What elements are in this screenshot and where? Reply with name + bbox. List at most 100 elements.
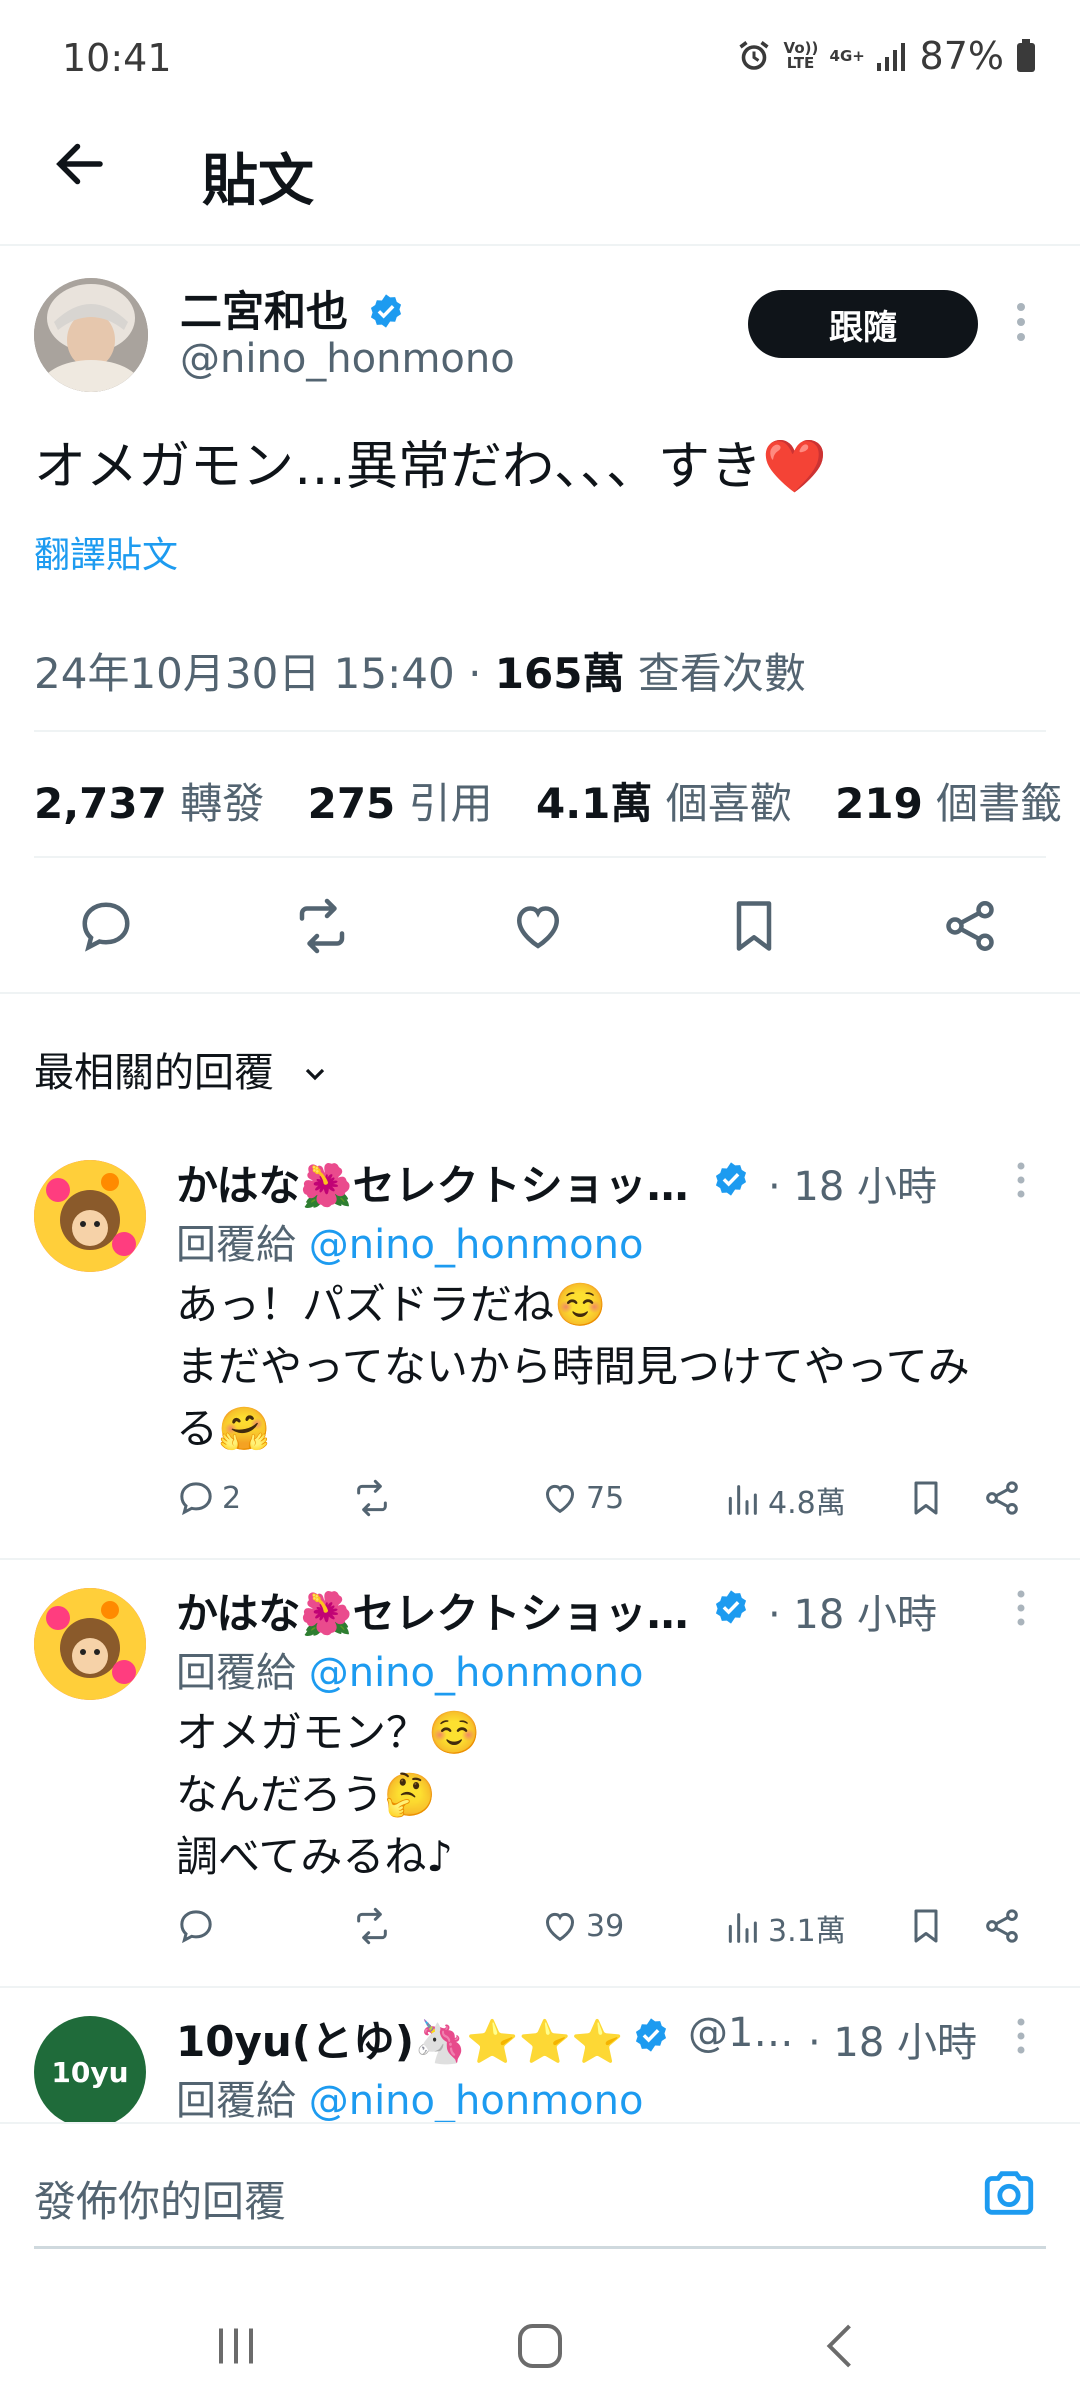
reply-views-action[interactable]: 4.8萬 — [722, 1478, 846, 1522]
more-options-icon[interactable] — [1016, 2018, 1026, 2054]
verified-badge-icon — [715, 1162, 747, 1196]
compose-divider — [0, 2122, 1080, 2124]
analytics-icon[interactable] — [722, 1908, 762, 1948]
reply-to: 回覆給 @nino_honmono — [176, 2068, 643, 2126]
views-count: 165萬 — [494, 649, 625, 698]
repost-icon[interactable] — [292, 896, 352, 956]
reposts-count[interactable]: 2,737 — [34, 779, 167, 828]
share-icon[interactable] — [982, 1906, 1022, 1946]
reposts-label[interactable]: 轉發 — [180, 779, 264, 828]
reply-to-handle[interactable]: @nino_honmono — [309, 1650, 644, 1696]
repost-icon[interactable] — [352, 1906, 392, 1946]
like-icon[interactable] — [540, 1478, 580, 1518]
reply-to-handle[interactable]: @nino_honmono — [309, 1222, 644, 1268]
reply-text-line: オメガモン？☺️ — [176, 1708, 481, 1757]
author-name[interactable]: 二宮和也 — [180, 278, 405, 339]
reply-icon[interactable] — [176, 1906, 216, 1946]
chevron-down-icon[interactable] — [299, 1058, 331, 1090]
reply-to-prefix: 回覆給 — [176, 1222, 296, 1268]
signal-icon — [876, 43, 905, 71]
reply-comment-action[interactable]: 2 — [176, 1478, 241, 1518]
reply-views-action[interactable]: 3.1萬 — [722, 1906, 846, 1950]
reply-input[interactable]: 發佈你的回覆 — [34, 2168, 286, 2229]
reply-icon[interactable] — [76, 896, 136, 956]
reply-share-action[interactable] — [982, 1478, 1022, 1518]
reply-text: オメガモン？☺️ なんだろう🤔 調べてみるね♪ — [176, 1702, 1036, 1888]
reply-share-action[interactable] — [982, 1906, 1022, 1946]
meta-divider — [34, 730, 1046, 732]
reply-to: 回覆給 @nino_honmono — [176, 1640, 643, 1698]
reply-avatar[interactable] — [34, 1160, 146, 1272]
more-options-icon[interactable] — [1016, 1162, 1026, 1198]
battery-icon — [1017, 39, 1035, 72]
reply-views-count: 4.8萬 — [768, 1486, 846, 1521]
reply-author-name[interactable]: かはな🌺セレクトショッ… — [176, 1580, 689, 1641]
reply-avatar[interactable] — [34, 1588, 146, 1700]
battery-percent: 87% — [919, 34, 1004, 78]
bookmark-icon[interactable] — [724, 896, 784, 956]
reply-divider — [0, 1558, 1080, 1560]
volte-indicator: Vo)) LTE — [783, 39, 819, 72]
reply-author-name[interactable]: 10yu(とゆ)🦄⭐⭐⭐ — [176, 2008, 623, 2069]
quotes-count[interactable]: 275 — [308, 779, 396, 828]
verified-badge-icon — [370, 294, 401, 328]
likes-label[interactable]: 個喜歡 — [666, 779, 792, 828]
compose-underline — [34, 2246, 1046, 2249]
bookmarks-count: 219 — [835, 779, 923, 828]
network-indicator: 4G+ — [829, 46, 865, 65]
reply-views-count: 3.1萬 — [768, 1914, 846, 1949]
page-title: 貼文 — [202, 149, 314, 214]
likes-count[interactable]: 4.1萬 — [536, 779, 652, 828]
analytics-icon[interactable] — [722, 1480, 762, 1520]
reply-like-action[interactable]: 39 — [540, 1906, 624, 1946]
reply-avatar[interactable]: 10yu — [34, 2016, 146, 2128]
more-options-icon[interactable] — [1016, 302, 1026, 342]
reply-repost-action[interactable] — [352, 1906, 392, 1946]
reply-like-count: 75 — [586, 1480, 625, 1516]
recent-apps-icon[interactable] — [206, 2316, 266, 2376]
status-icons: Vo)) LTE 4G+ 87% — [736, 34, 1036, 78]
share-icon[interactable] — [982, 1478, 1022, 1518]
reply-like-action[interactable]: 75 — [540, 1478, 624, 1518]
header-divider — [0, 244, 1080, 246]
translate-post-link[interactable]: 翻譯貼文 — [34, 526, 178, 578]
like-icon[interactable] — [540, 1906, 580, 1946]
post-meta: 24年10月30日 15:40 · 165萬 查看次數 — [34, 640, 806, 701]
home-icon[interactable] — [510, 2316, 570, 2376]
reply-actions: 2 75 4.8萬 — [176, 1478, 1056, 1538]
reply-timestamp: · 18 小時 — [768, 1164, 938, 1210]
bookmark-icon[interactable] — [906, 1478, 946, 1518]
quotes-label[interactable]: 引用 — [409, 779, 493, 828]
author-avatar[interactable] — [34, 278, 148, 392]
bookmark-icon[interactable] — [906, 1906, 946, 1946]
system-navigation-bar — [0, 2280, 1080, 2400]
post-stats: 2,737 轉發 275 引用 4.1萬 個喜歡 219 個書籤 — [34, 770, 1062, 831]
reply-comment-count: 2 — [222, 1480, 242, 1516]
more-options-icon[interactable] — [1016, 1590, 1026, 1626]
reply-handle[interactable]: @1… — [688, 2010, 793, 2056]
replies-sort-label[interactable]: 最相關的回覆 — [34, 1050, 274, 1096]
reply-bookmark-action[interactable] — [906, 1478, 946, 1518]
avatar-text: 10yu — [51, 2055, 129, 2089]
system-back-icon[interactable] — [812, 2316, 872, 2376]
reply-actions: 39 3.1萬 — [176, 1906, 1056, 1966]
repost-icon[interactable] — [352, 1478, 392, 1518]
reply-text-line: まだやってないから時間見つけてやってみ — [176, 1342, 970, 1391]
author-handle[interactable]: @nino_honmono — [180, 336, 515, 382]
reply-comment-action[interactable] — [176, 1906, 216, 1946]
back-arrow-icon[interactable] — [50, 134, 110, 194]
reply-icon[interactable] — [176, 1478, 216, 1518]
camera-icon[interactable] — [980, 2164, 1038, 2222]
status-time: 10:41 — [62, 36, 172, 80]
verified-badge-icon — [635, 2018, 667, 2052]
reply-bookmark-action[interactable] — [906, 1906, 946, 1946]
reply-repost-action[interactable] — [352, 1478, 392, 1518]
author-name-text[interactable]: 二宮和也 — [180, 287, 348, 336]
share-icon[interactable] — [940, 896, 1000, 956]
reply-author-name[interactable]: かはな🌺セレクトショッ… — [176, 1152, 689, 1213]
replies-sort-dropdown[interactable]: 最相關的回覆 — [34, 1040, 331, 1098]
follow-button[interactable]: 跟隨 — [748, 290, 978, 358]
like-icon[interactable] — [508, 896, 568, 956]
bookmarks-label: 個書籤 — [936, 779, 1063, 828]
reply-to-handle[interactable]: @nino_honmono — [309, 2078, 644, 2124]
